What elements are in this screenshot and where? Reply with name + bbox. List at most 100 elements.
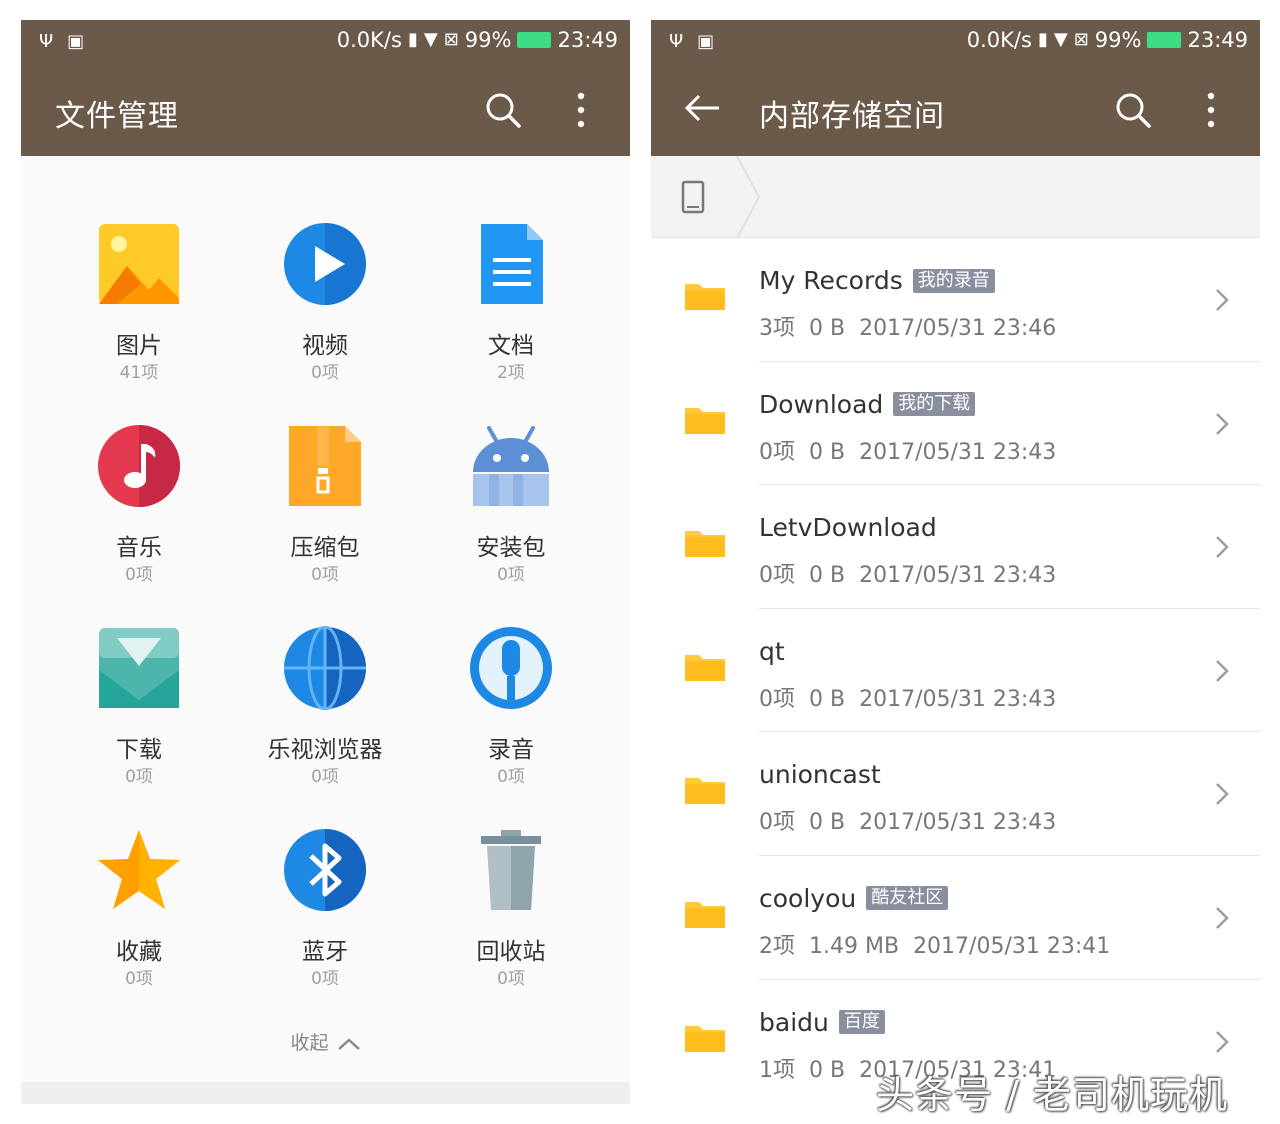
folder-name: unioncast [759, 760, 881, 790]
folder-items: 0项 [759, 563, 795, 589]
category-documents[interactable]: 文档 2项 [418, 196, 604, 383]
internal-storage-screen: Ψ ▣ 0.0K/s ▮ ▼ ⊠ 99% 23:49 内部存储空间 My Rec… [651, 20, 1260, 1104]
page-title: 文件管理 [55, 99, 179, 134]
folder-size: 0 B [809, 686, 846, 712]
more-options-icon[interactable] [1201, 90, 1221, 130]
chevron-right-icon [1216, 659, 1229, 682]
folder-items: 3项 [759, 316, 795, 341]
folder-name: coolyou [759, 883, 857, 913]
folder-icon [685, 778, 725, 805]
folder-size: 0 B [809, 316, 846, 341]
bluetooth-icon [284, 829, 366, 911]
folder-icon [685, 901, 725, 928]
category-count: 0项 [311, 969, 339, 989]
chevron-right-icon [1216, 783, 1229, 806]
image-notification-icon: ▣ [67, 31, 85, 52]
folder-date: 2017/05/31 23:43 [859, 563, 1057, 589]
search-icon[interactable] [1113, 90, 1153, 130]
folder-row[interactable]: qt 0项 0 B 2017/05/31 23:43 [651, 609, 1260, 733]
folder-row[interactable]: LetvDownload 0项 0 B 2017/05/31 23:43 [651, 485, 1260, 609]
image-notification-icon: ▣ [697, 31, 715, 52]
network-speed: 0.0K/s [336, 28, 402, 52]
folder-name-line: unioncast [759, 760, 881, 789]
chevron-up-icon [337, 1037, 360, 1050]
category-trash[interactable]: 回收站 0项 [418, 802, 604, 989]
folder-name-line: LetvDownload [759, 513, 937, 542]
no-sim-icon: ⊠ [1073, 29, 1089, 50]
folder-date: 2017/05/31 23:41 [913, 933, 1111, 959]
folder-tag: 我的录音 [912, 268, 995, 293]
folder-tag: 酷友社区 [866, 886, 949, 911]
more-options-icon[interactable] [571, 90, 591, 130]
folder-row[interactable]: coolyou 酷友社区 2项 1.49 MB 2017/05/31 23:41 [651, 856, 1260, 980]
phone-storage-icon[interactable] [681, 180, 705, 214]
category-bluetooth[interactable]: 蓝牙 0项 [232, 802, 418, 989]
chevron-right-icon [1216, 289, 1229, 311]
category-apks[interactable]: 安装包 0项 [418, 398, 604, 585]
usb-icon: Ψ [39, 31, 54, 52]
back-arrow-icon[interactable] [683, 88, 723, 128]
folder-items: 1项 [759, 1057, 795, 1083]
category-label: 音乐 [116, 535, 162, 561]
search-icon[interactable] [483, 90, 523, 130]
category-count: 0项 [497, 767, 525, 787]
folder-size: 0 B [809, 1057, 846, 1083]
category-videos[interactable]: 视频 0项 [232, 196, 418, 383]
category-count: 0项 [125, 767, 153, 787]
chevron-right-icon [1216, 907, 1229, 929]
clock: 23:49 [1187, 28, 1248, 52]
category-label: 图片 [116, 333, 162, 359]
android-apk-icon [473, 426, 549, 506]
category-recordings[interactable]: 录音 0项 [418, 600, 604, 787]
folder-name-line: baidu 百度 [759, 1008, 885, 1037]
folder-row[interactable]: Download 我的下载 0项 0 B 2017/05/31 23:43 [651, 362, 1260, 486]
battery-icon [517, 32, 552, 48]
folder-tag: 百度 [838, 1010, 885, 1035]
folder-size: 0 B [809, 439, 846, 465]
folder-date: 2017/05/31 23:43 [859, 439, 1057, 465]
category-count: 41项 [119, 363, 159, 383]
microphone-icon [470, 627, 552, 709]
category-label: 文档 [488, 333, 534, 359]
folder-meta: 0项 0 B 2017/05/31 23:43 [759, 804, 1056, 836]
folder-items: 0项 [759, 686, 795, 712]
category-favorites[interactable]: 收藏 0项 [46, 802, 232, 989]
category-images[interactable]: 图片 41项 [46, 196, 232, 383]
category-label: 视频 [302, 333, 348, 359]
folder-name-line: Download 我的下载 [759, 390, 976, 419]
category-count: 0项 [311, 767, 339, 787]
archive-zip-icon [289, 426, 361, 506]
chevron-right-icon [1216, 1030, 1229, 1053]
folder-size: 1.49 MB [809, 933, 900, 959]
vibrate-icon: ▮ [407, 29, 418, 50]
folder-items: 0项 [759, 439, 795, 465]
file-manager-screen: Ψ ▣ 0.0K/s ▮ ▼ ⊠ 99% 23:49 文件管理 图片 41项 视… [21, 20, 630, 1104]
folder-size: 0 B [809, 810, 846, 836]
chevron-right-icon [1216, 536, 1229, 559]
download-icon [99, 628, 179, 708]
wifi-icon: ▼ [1053, 29, 1068, 50]
category-browser[interactable]: 乐视浏览器 0项 [232, 600, 418, 787]
vibrate-icon: ▮ [1037, 29, 1048, 50]
folder-icon [685, 407, 725, 434]
category-music[interactable]: 音乐 0项 [46, 398, 232, 585]
folder-name-line: qt [759, 637, 785, 666]
image-icon [99, 224, 179, 304]
folder-name-line: coolyou 酷友社区 [759, 883, 949, 913]
app-bar: 内部存储空间 [651, 64, 1260, 156]
clock: 23:49 [557, 28, 618, 52]
category-label: 安装包 [476, 535, 546, 561]
document-icon [481, 224, 543, 304]
category-archives[interactable]: 压缩包 0项 [232, 398, 418, 585]
collapse-button[interactable]: 收起 [21, 1028, 630, 1055]
folder-items: 0项 [759, 810, 795, 836]
category-downloads[interactable]: 下载 0项 [46, 600, 232, 787]
folder-row[interactable]: unioncast 0项 0 B 2017/05/31 23:43 [651, 732, 1260, 856]
network-speed: 0.0K/s [966, 28, 1032, 52]
folder-name: baidu [759, 1007, 829, 1037]
category-label: 乐视浏览器 [267, 737, 383, 763]
category-count: 0项 [125, 565, 153, 585]
folder-meta: 2项 1.49 MB 2017/05/31 23:41 [759, 928, 1110, 960]
folder-row[interactable]: My Records 我的录音 3项 0 B 2017/05/31 23:46 [651, 238, 1260, 362]
usb-icon: Ψ [669, 31, 684, 52]
